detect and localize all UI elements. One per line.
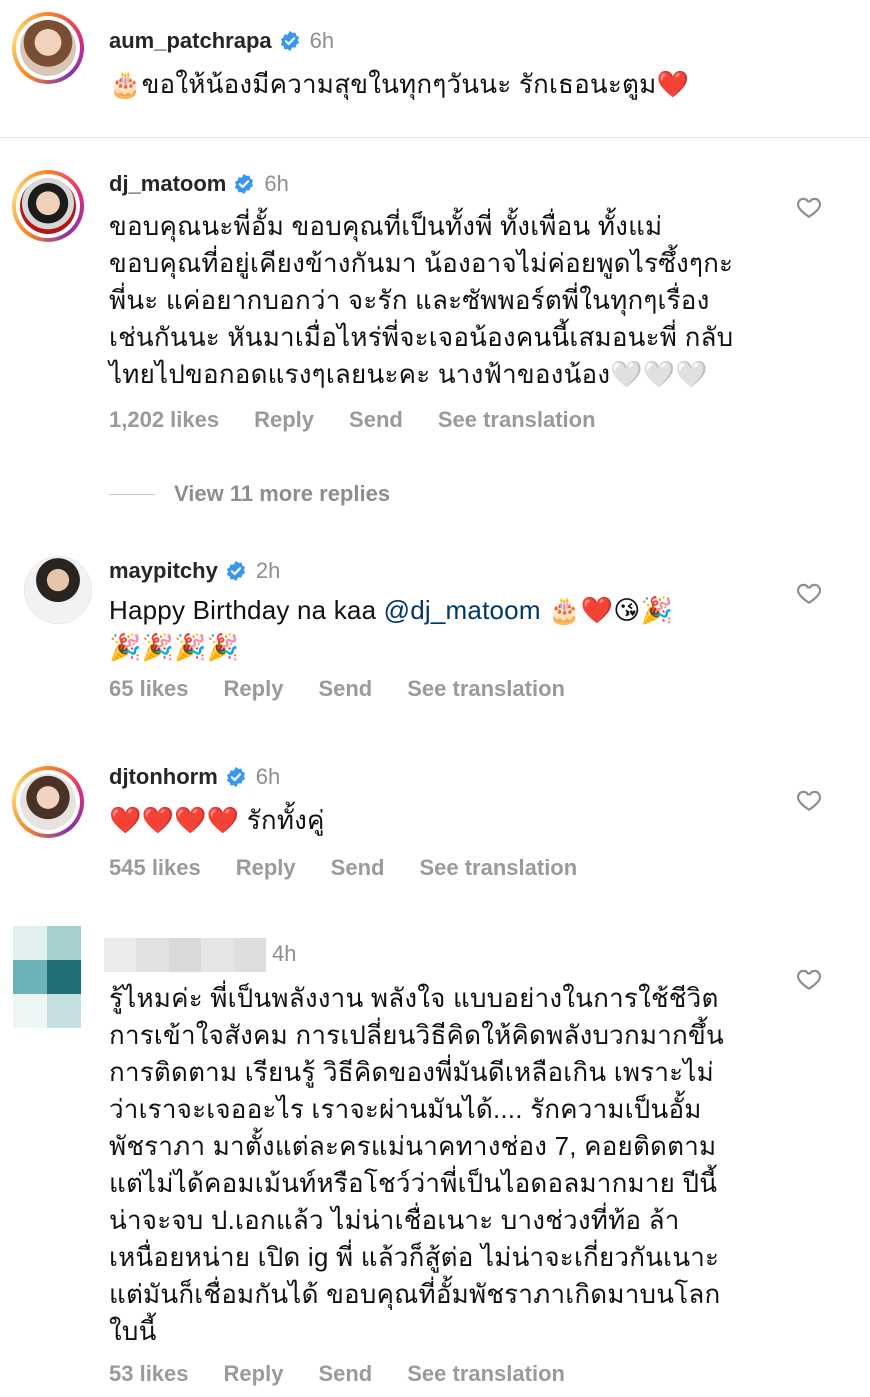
see-translation-button[interactable]: See translation (407, 1361, 565, 1387)
verified-badge-icon (226, 560, 245, 582)
username[interactable]: aum_patchrapa (109, 28, 272, 54)
view-more-replies-label[interactable]: View 11 more replies (174, 481, 390, 507)
send-button[interactable]: Send (349, 407, 403, 433)
like-heart-icon[interactable] (796, 580, 822, 606)
timestamp: 6h (309, 28, 335, 53)
redacted-username (104, 938, 267, 972)
avatar[interactable] (24, 556, 92, 624)
avatar[interactable] (12, 12, 84, 84)
see-translation-button[interactable]: See translation (419, 855, 577, 881)
see-translation-button[interactable]: See translation (407, 676, 565, 702)
verified-badge-icon (280, 30, 299, 52)
comment-actions: 53 likes Reply Send See translation (109, 1361, 565, 1387)
pixelated-avatar[interactable] (13, 926, 81, 1030)
like-heart-icon[interactable] (796, 966, 822, 992)
send-button[interactable]: Send (318, 1361, 372, 1387)
reply-button[interactable]: Reply (236, 855, 296, 881)
reply-button[interactable]: Reply (224, 1361, 284, 1387)
likes-count[interactable]: 545 likes (109, 855, 201, 881)
username[interactable]: djtonhorm (109, 764, 218, 790)
likes-count[interactable]: 65 likes (109, 676, 189, 702)
likes-count[interactable]: 53 likes (109, 1361, 189, 1387)
timestamp: 2h (255, 558, 281, 583)
verified-badge-icon (226, 766, 245, 788)
comment-text: Happy Birthday na kaa @dj_matoom 🎂❤️😘🎉 🎉… (109, 592, 673, 666)
send-button[interactable]: Send (331, 855, 385, 881)
comment-text: 🎂ขอให้น้องมีความสุขในทุกๆวันนะ รักเธอนะต… (109, 69, 690, 99)
username[interactable]: dj_matoom (109, 171, 226, 197)
timestamp: 6h (264, 171, 289, 196)
comment-text: ขอบคุณนะพี่อั้ม ขอบคุณที่เป็นทั้งพี่ ทั้… (109, 211, 734, 389)
reply-button[interactable]: Reply (254, 407, 314, 433)
comment-text: รู้ไหมค่ะ พี่เป็นพลังงาน พลังใจ แบบอย่าง… (109, 983, 724, 1346)
like-heart-icon[interactable] (796, 787, 822, 813)
view-more-replies[interactable]: View 11 more replies (109, 481, 390, 507)
comment-actions: 1,202 likes Reply Send See translation (109, 407, 596, 433)
verified-badge-icon (235, 173, 254, 195)
view-more-line (109, 493, 155, 495)
likes-count[interactable]: 1,202 likes (109, 407, 219, 433)
comment-text: ❤️❤️❤️❤️ รักทั้งคู่ (109, 805, 325, 835)
avatar[interactable] (12, 170, 84, 242)
send-button[interactable]: Send (318, 676, 372, 702)
comment-text-before: Happy Birthday na kaa (109, 595, 384, 625)
see-translation-button[interactable]: See translation (438, 407, 596, 433)
mention-link[interactable]: @dj_matoom (384, 595, 541, 625)
comment-actions: 545 likes Reply Send See translation (109, 855, 577, 881)
comment-actions: 65 likes Reply Send See translation (109, 676, 565, 702)
timestamp: 4h (272, 941, 297, 966)
avatar[interactable] (12, 766, 84, 838)
reply-button[interactable]: Reply (224, 676, 284, 702)
timestamp: 6h (255, 764, 281, 789)
like-heart-icon[interactable] (796, 194, 822, 220)
divider (0, 137, 870, 138)
username[interactable]: maypitchy (109, 558, 218, 584)
